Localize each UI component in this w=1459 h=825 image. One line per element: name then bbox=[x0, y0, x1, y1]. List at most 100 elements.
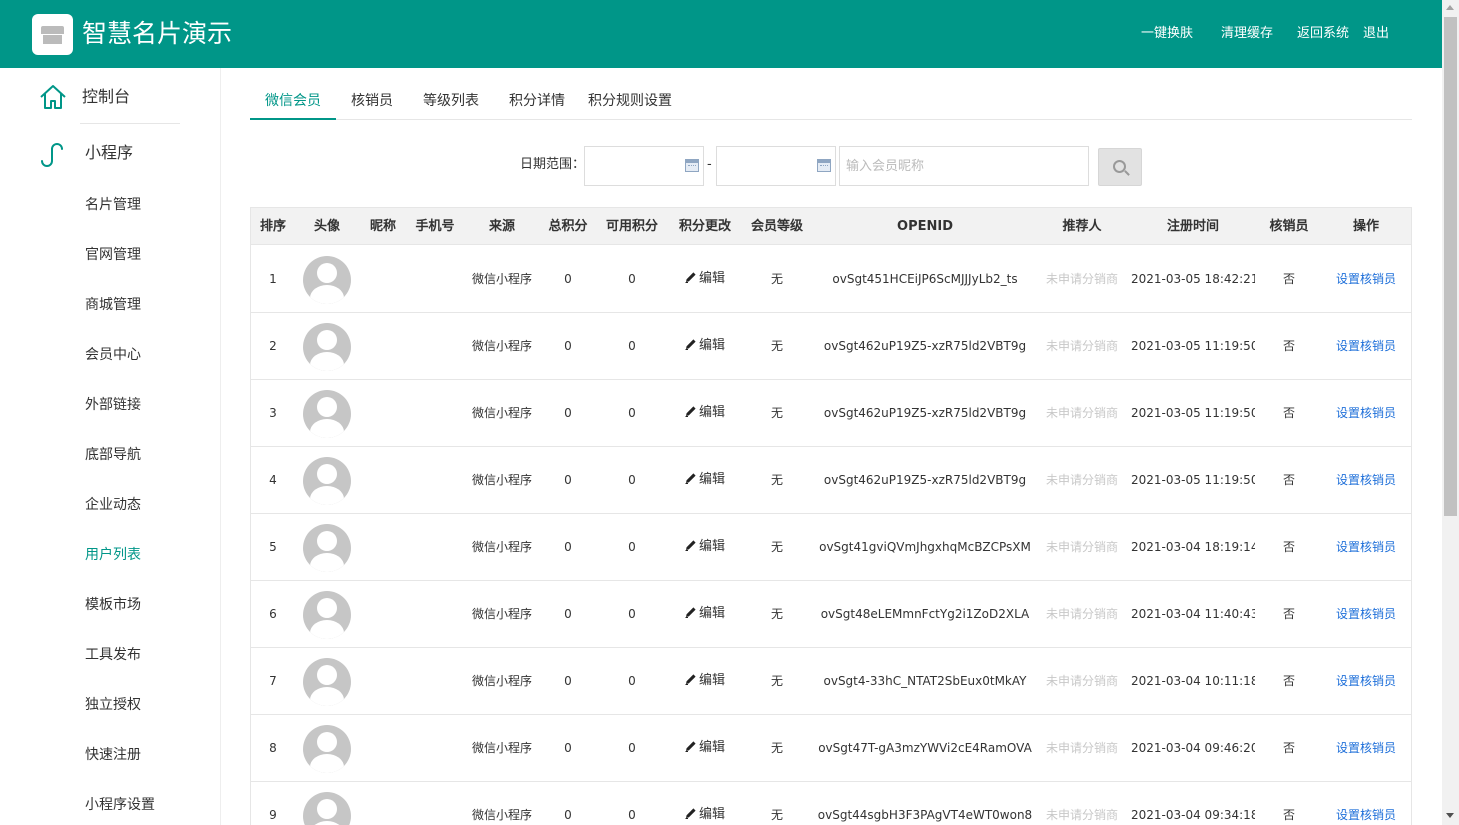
cell-source: 微信小程序 bbox=[471, 540, 532, 554]
edit-points-button[interactable]: 编辑 bbox=[673, 313, 737, 379]
cell-member-level: 无 bbox=[770, 406, 783, 420]
edit-points-button[interactable]: 编辑 bbox=[673, 648, 737, 714]
pencil-icon bbox=[685, 674, 696, 685]
tab-points-detail[interactable]: 积分详情 bbox=[494, 84, 580, 119]
set-verifier-link[interactable]: 设置核销员 bbox=[1333, 313, 1399, 379]
tab-verifiers[interactable]: 核销员 bbox=[336, 84, 408, 119]
cell-phone bbox=[409, 648, 461, 714]
tab-wechat-members[interactable]: 微信会员 bbox=[250, 84, 336, 120]
cell-register-time: 2021-03-04 11:40:43 bbox=[1131, 607, 1255, 621]
cell-nickname bbox=[361, 313, 405, 379]
tab-level-list[interactable]: 等级列表 bbox=[408, 84, 494, 119]
cell-nickname bbox=[361, 246, 405, 312]
edit-label: 编辑 bbox=[698, 405, 725, 420]
edit-label: 编辑 bbox=[698, 338, 725, 353]
cell-available-points: 0 bbox=[628, 540, 636, 554]
set-verifier-link[interactable]: 设置核销员 bbox=[1333, 581, 1399, 647]
cell-index: 7 bbox=[269, 674, 277, 688]
sidebar-item-site-manage[interactable]: 官网管理 bbox=[85, 245, 141, 265]
cell-openid: ovSgt451HCEiJP6ScMJJJyLb2_ts bbox=[832, 272, 1018, 286]
sidebar-item-dashboard[interactable]: 控制台 bbox=[0, 68, 221, 124]
calendar-icon[interactable] bbox=[685, 159, 699, 172]
back-to-system-link[interactable]: 返回系统 bbox=[1297, 0, 1349, 68]
sidebar-item-tool-publish[interactable]: 工具发布 bbox=[85, 645, 141, 665]
cell-register-time: 2021-03-05 11:19:50 bbox=[1131, 339, 1255, 353]
edit-points-button[interactable]: 编辑 bbox=[673, 380, 737, 446]
cell-referrer: 未申请分销商 bbox=[1045, 272, 1118, 286]
start-date-input[interactable] bbox=[584, 146, 704, 186]
edit-points-button[interactable]: 编辑 bbox=[673, 447, 737, 513]
cell-referrer: 未申请分销商 bbox=[1045, 339, 1118, 353]
sidebar-item-shop-manage[interactable]: 商城管理 bbox=[85, 295, 141, 315]
scroll-thumb[interactable] bbox=[1444, 17, 1457, 516]
scroll-up-icon[interactable] bbox=[1446, 5, 1454, 10]
set-verifier-link[interactable]: 设置核销员 bbox=[1333, 648, 1399, 714]
sidebar-item-template-market[interactable]: 模板市场 bbox=[85, 595, 141, 615]
cell-available-points: 0 bbox=[628, 406, 636, 420]
logout-link[interactable]: 退出 bbox=[1363, 0, 1389, 68]
search-button[interactable] bbox=[1098, 148, 1142, 186]
set-verifier-link[interactable]: 设置核销员 bbox=[1333, 447, 1399, 513]
sidebar-item-miniprogram[interactable]: 小程序 bbox=[0, 125, 221, 181]
edit-points-button[interactable]: 编辑 bbox=[673, 514, 737, 580]
members-table: 排序 头像 昵称 手机号 来源 总积分 可用积分 积分更改 会员等级 OPENI… bbox=[250, 207, 1412, 825]
cell-register-time: 2021-03-05 18:42:21 bbox=[1131, 272, 1255, 286]
cell-index: 6 bbox=[269, 607, 277, 621]
cell-openid: ovSgt47T-gA3mzYWVi2cE4RamOVA bbox=[818, 741, 1032, 755]
table-row: 4 微信小程序 0 0 无 ovSgt462uP19Z5-xzR75ld2VBT9g 未申请… bbox=[251, 447, 1411, 514]
sidebar-item-quick-register[interactable]: 快速注册 bbox=[85, 745, 141, 765]
tab-points-rules[interactable]: 积分规则设置 bbox=[580, 84, 680, 119]
cell-referrer: 未申请分销商 bbox=[1045, 406, 1118, 420]
calendar-icon[interactable] bbox=[817, 159, 831, 172]
sidebar-item-member-center[interactable]: 会员中心 bbox=[85, 345, 141, 365]
miniprogram-icon bbox=[41, 143, 63, 167]
sidebar-item-bottom-nav[interactable]: 底部导航 bbox=[85, 445, 141, 465]
page-scrollbar[interactable] bbox=[1442, 0, 1459, 825]
sidebar-item-external-links[interactable]: 外部链接 bbox=[85, 395, 141, 415]
edit-points-button[interactable]: 编辑 bbox=[673, 782, 737, 825]
sidebar-item-user-list[interactable]: 用户列表 bbox=[85, 545, 141, 565]
set-verifier-link[interactable]: 设置核销员 bbox=[1333, 782, 1399, 825]
set-verifier-link[interactable]: 设置核销员 bbox=[1333, 514, 1399, 580]
edit-points-button[interactable]: 编辑 bbox=[673, 246, 737, 312]
cell-referrer: 未申请分销商 bbox=[1045, 674, 1118, 688]
sidebar-item-miniprogram-settings[interactable]: 小程序设置 bbox=[85, 795, 155, 815]
cell-phone bbox=[409, 782, 461, 825]
cell-member-level: 无 bbox=[770, 339, 783, 353]
home-icon bbox=[40, 85, 66, 109]
sidebar-item-card-manage[interactable]: 名片管理 bbox=[85, 195, 141, 215]
cell-verifier: 否 bbox=[1282, 540, 1295, 554]
edit-points-button[interactable]: 编辑 bbox=[673, 581, 737, 647]
scroll-down-icon[interactable] bbox=[1446, 813, 1454, 818]
cell-openid: ovSgt41gviQVmJhgxhqMcBZCPsXM bbox=[819, 540, 1031, 554]
sidebar-item-standalone-auth[interactable]: 独立授权 bbox=[85, 695, 141, 715]
cell-phone bbox=[409, 380, 461, 446]
default-avatar-icon bbox=[303, 256, 351, 304]
sidebar-item-company-news[interactable]: 企业动态 bbox=[85, 495, 141, 515]
set-verifier-link[interactable]: 设置核销员 bbox=[1333, 715, 1399, 781]
cell-openid: ovSgt462uP19Z5-xzR75ld2VBT9g bbox=[823, 473, 1027, 487]
member-nickname-search-input[interactable] bbox=[839, 146, 1089, 186]
table-row: 9 微信小程序 0 0 无 ovSgt44sgbH3F3PAgVT4eWT0won8 未申请… bbox=[251, 782, 1411, 825]
cell-referrer: 未申请分销商 bbox=[1045, 808, 1118, 822]
clear-cache-link[interactable]: 清理缓存 bbox=[1221, 0, 1273, 68]
cell-total-points: 0 bbox=[564, 607, 572, 621]
sidebar: 控制台 小程序 名片管理 官网管理 商城管理 会员中心 外部链接 底部导航 企业… bbox=[0, 68, 221, 825]
col-header-verifier: 核销员 bbox=[1269, 219, 1309, 234]
cell-referrer: 未申请分销商 bbox=[1045, 607, 1118, 621]
cell-verifier: 否 bbox=[1282, 674, 1295, 688]
date-separator: - bbox=[707, 157, 712, 172]
edit-points-button[interactable]: 编辑 bbox=[673, 715, 737, 781]
cell-total-points: 0 bbox=[564, 741, 572, 755]
theme-switch-link[interactable]: 一键换肤 bbox=[1141, 0, 1193, 68]
cell-verifier: 否 bbox=[1282, 406, 1295, 420]
cell-member-level: 无 bbox=[770, 540, 783, 554]
cell-source: 微信小程序 bbox=[471, 339, 532, 353]
set-verifier-link[interactable]: 设置核销员 bbox=[1333, 246, 1399, 312]
end-date-input[interactable] bbox=[716, 146, 836, 186]
edit-label: 编辑 bbox=[698, 539, 725, 554]
cell-nickname bbox=[361, 514, 405, 580]
set-verifier-link[interactable]: 设置核销员 bbox=[1333, 380, 1399, 446]
cell-openid: ovSgt48eLEMmnFctYg2i1ZoD2XLA bbox=[820, 607, 1030, 621]
default-avatar-icon bbox=[303, 323, 351, 371]
